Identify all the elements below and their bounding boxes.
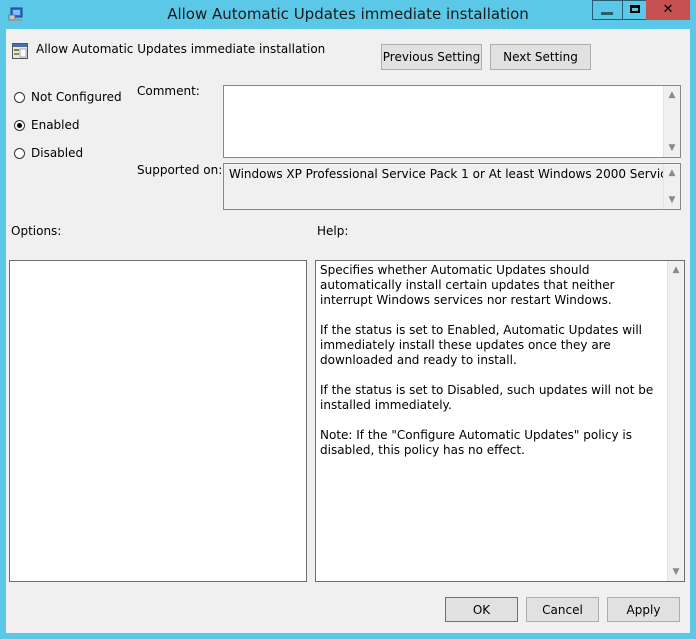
radio-disabled[interactable]: Disabled <box>14 146 83 160</box>
comment-value <box>224 86 680 92</box>
help-text: Specifies whether Automatic Updates shou… <box>320 263 660 473</box>
scroll-down-icon[interactable]: ▼ <box>664 192 680 208</box>
scroll-up-icon[interactable]: ▲ <box>664 165 680 181</box>
apply-button[interactable]: Apply <box>607 597 680 622</box>
options-label: Options: <box>11 224 62 238</box>
ok-button[interactable]: OK <box>445 597 518 622</box>
scroll-down-icon[interactable]: ▼ <box>664 140 680 156</box>
supported-scrollbar[interactable]: ▲ ▼ <box>663 164 680 209</box>
scroll-up-icon[interactable]: ▲ <box>664 87 680 103</box>
minimize-button[interactable] <box>592 0 622 20</box>
help-paragraph: Specifies whether Automatic Updates shou… <box>320 263 615 307</box>
help-scrollbar[interactable]: ▲ ▼ <box>667 261 684 581</box>
radio-not-configured[interactable]: Not Configured <box>14 90 122 104</box>
supported-on-field: Windows XP Professional Service Pack 1 o… <box>223 163 681 210</box>
comment-scrollbar[interactable]: ▲ ▼ <box>663 86 680 157</box>
policy-name: Allow Automatic Updates immediate instal… <box>36 42 326 56</box>
options-panel[interactable] <box>9 260 307 582</box>
scroll-up-icon[interactable]: ▲ <box>668 262 684 278</box>
radio-label: Not Configured <box>31 90 122 104</box>
radio-button-selected[interactable] <box>14 119 25 131</box>
previous-setting-button[interactable]: Previous Setting <box>381 44 482 70</box>
minimize-icon <box>601 12 613 15</box>
comment-label: Comment: <box>137 84 200 98</box>
policy-setting-icon <box>12 43 28 59</box>
help-label: Help: <box>317 224 349 238</box>
radio-label: Enabled <box>31 118 80 132</box>
scroll-down-icon[interactable]: ▼ <box>668 564 684 580</box>
radio-button[interactable] <box>14 91 25 103</box>
title-bar[interactable]: Allow Automatic Updates immediate instal… <box>0 0 696 29</box>
supported-on-label: Supported on: <box>137 163 223 177</box>
close-button[interactable]: ✕ <box>646 0 690 20</box>
next-setting-button[interactable]: Next Setting <box>490 44 591 70</box>
radio-button[interactable] <box>14 147 25 159</box>
dialog-client-area: Allow Automatic Updates immediate instal… <box>6 29 690 633</box>
cancel-button[interactable]: Cancel <box>526 597 599 622</box>
supported-on-value: Windows XP Professional Service Pack 1 o… <box>229 167 680 181</box>
comment-textarea[interactable]: ▲ ▼ <box>223 85 681 158</box>
close-icon: ✕ <box>662 2 674 17</box>
radio-label: Disabled <box>31 146 84 160</box>
maximize-icon <box>630 5 640 13</box>
help-paragraph: If the status is set to Disabled, such u… <box>320 383 654 412</box>
radio-enabled[interactable]: Enabled <box>14 118 80 132</box>
help-panel[interactable]: Specifies whether Automatic Updates shou… <box>315 260 685 582</box>
help-paragraph: Note: If the "Configure Automatic Update… <box>320 428 632 457</box>
help-paragraph: If the status is set to Enabled, Automat… <box>320 323 643 367</box>
maximize-button[interactable] <box>622 0 648 20</box>
